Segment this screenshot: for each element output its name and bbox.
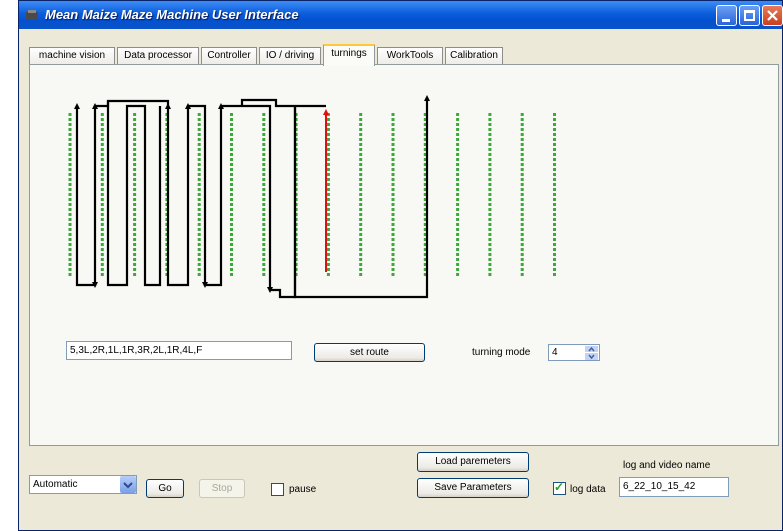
log-data-label: log data	[570, 484, 606, 495]
plant-row	[326, 113, 330, 276]
plant-row	[133, 113, 137, 276]
checkmark-icon: ✓	[554, 480, 565, 494]
chevron-down-icon	[588, 354, 595, 360]
tab-data-processor[interactable]: Data processor	[117, 47, 199, 65]
close-icon	[767, 10, 778, 21]
minimize-button[interactable]	[716, 5, 737, 26]
plant-row	[359, 113, 363, 276]
plant-row	[553, 113, 556, 276]
tab-io-driving[interactable]: IO / driving	[259, 47, 321, 65]
title-bar[interactable]: Mean Maize Maze Machine User Interface	[19, 1, 783, 29]
load-parameters-button[interactable]: Load paremeters	[417, 452, 529, 472]
plant-row	[262, 113, 266, 276]
plant-row	[230, 113, 233, 276]
tab-machine-vision[interactable]: machine vision	[29, 47, 115, 65]
go-button[interactable]: Go	[146, 479, 184, 498]
plant-rows	[68, 113, 556, 276]
log-name-label: log and video name	[623, 460, 711, 471]
plant-row	[100, 113, 104, 276]
plant-row	[488, 113, 492, 276]
plant-row	[68, 113, 72, 276]
route-input[interactable]: 5,3L,2R,1L,1R,3R,2L,1R,4L,F	[66, 341, 292, 360]
minimize-icon	[722, 19, 730, 22]
turning-mode-stepper[interactable]: 4	[548, 344, 600, 361]
turnings-tab-page: 5,3L,2R,1L,1R,3R,2L,1R,4L,F set route tu…	[29, 64, 779, 446]
plant-row	[456, 113, 460, 276]
plant-row	[391, 113, 395, 276]
plant-row	[197, 113, 201, 276]
mode-dropdown-button[interactable]	[120, 476, 136, 493]
maximize-button[interactable]	[739, 5, 760, 26]
route-segment	[75, 99, 297, 299]
maximize-icon	[744, 10, 755, 21]
pause-label: pause	[289, 484, 317, 495]
pause-checkbox[interactable]	[271, 483, 284, 496]
app-icon	[26, 10, 38, 20]
plant-row	[520, 113, 524, 276]
close-button[interactable]	[762, 5, 783, 26]
maze-map	[68, 95, 556, 299]
save-parameters-button[interactable]: Save Parameters	[417, 478, 529, 498]
turning-mode-label: turning mode	[472, 347, 531, 358]
mode-select-value: Automatic	[33, 479, 78, 490]
set-route-button[interactable]: set route	[314, 343, 425, 362]
application-window: Mean Maize Maze Machine User Interface m…	[18, 0, 783, 531]
tab-calibration[interactable]: Calibration	[445, 47, 503, 65]
turning-mode-value: 4	[552, 347, 558, 358]
mode-select[interactable]: Automatic	[29, 475, 137, 494]
window-title: Mean Maize Maze Machine User Interface	[45, 7, 299, 22]
chevron-down-icon	[123, 482, 133, 489]
log-data-checkbox[interactable]: ✓	[553, 480, 566, 495]
stop-button[interactable]: Stop	[199, 479, 245, 498]
tab-turnings[interactable]: turnings	[323, 44, 375, 66]
route-segment	[293, 98, 429, 299]
tab-worktools[interactable]: WorkTools	[377, 47, 443, 65]
tab-controller[interactable]: Controller	[201, 47, 257, 65]
log-name-input[interactable]: 6_22_10_15_42	[619, 477, 729, 497]
spin-down-button[interactable]	[584, 352, 599, 360]
planned-route	[74, 95, 430, 299]
